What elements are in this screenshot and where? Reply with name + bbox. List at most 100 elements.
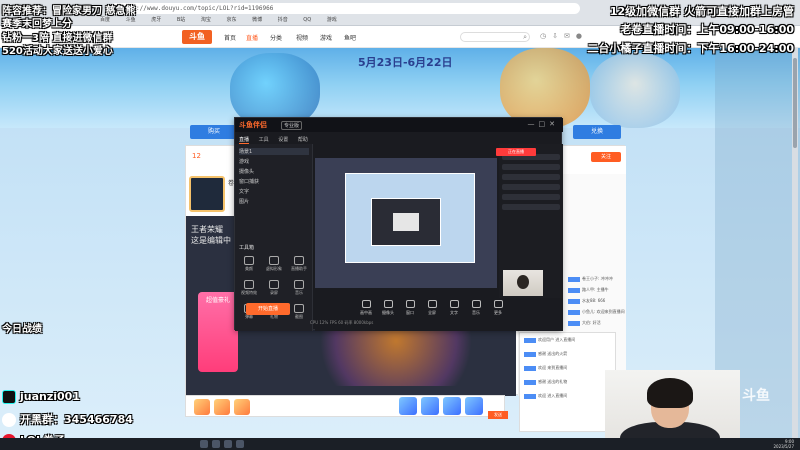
- bookmark[interactable]: 淘宝: [201, 17, 211, 23]
- scene-item[interactable]: 摄像头: [239, 168, 254, 175]
- history-icon[interactable]: ◷: [540, 32, 552, 40]
- pip-button[interactable]: 画中画: [355, 300, 377, 316]
- room-number: 12: [192, 152, 201, 160]
- tool-screenshot[interactable]: 截图: [287, 304, 311, 320]
- chat-line: 卷王小子: 冲冲冲: [568, 276, 613, 282]
- nav-item-live[interactable]: 直播: [246, 33, 258, 42]
- site-logo[interactable]: 斗鱼: [182, 30, 212, 44]
- gift-item[interactable]: [214, 399, 230, 415]
- avatar[interactable]: ●: [576, 32, 588, 40]
- scene-item[interactable]: 窗口捕获: [239, 178, 259, 185]
- nav-item-forum[interactable]: 鱼吧: [344, 33, 356, 42]
- gift-item[interactable]: [399, 397, 417, 415]
- bookmark[interactable]: 百度: [100, 17, 110, 23]
- bookmark[interactable]: 虎牙: [151, 17, 161, 23]
- tab-live[interactable]: 直播: [239, 137, 250, 144]
- chat-text: 感谢 送出的礼物: [538, 379, 568, 384]
- level-badge: [524, 379, 536, 385]
- search-input[interactable]: ⌕: [460, 32, 530, 42]
- window-button[interactable]: 窗口: [399, 300, 421, 316]
- calligraphy-line: 王者荣耀: [191, 225, 223, 234]
- gift-item[interactable]: [234, 399, 250, 415]
- clock-date: 2023/5/27: [773, 444, 794, 449]
- maximize-icon[interactable]: □: [539, 120, 550, 128]
- tool-assistant[interactable]: 直播助手: [287, 256, 311, 272]
- promo-buy-button[interactable]: 购买: [190, 125, 238, 139]
- scrollbar-thumb[interactable]: [793, 58, 797, 148]
- gift-item[interactable]: [421, 397, 439, 415]
- tool-beauty[interactable]: 美颜: [237, 256, 261, 272]
- chat-text: 卷王小子: 冲冲冲: [582, 276, 613, 281]
- bookmarks-bar: 百度 斗鱼 虎牙 B站 淘宝 京东 微博 抖音 QQ 游戏: [100, 16, 351, 23]
- gift-item[interactable]: [194, 399, 210, 415]
- camera-button[interactable]: 摄像头: [377, 300, 399, 316]
- tool-label: 录屏: [270, 290, 278, 295]
- taskbar-app-icon[interactable]: [236, 440, 244, 448]
- tool-effects[interactable]: 视频特效: [237, 280, 261, 296]
- nav-item-game[interactable]: 游戏: [320, 33, 332, 42]
- tab-help[interactable]: 帮助: [298, 137, 308, 143]
- software-edition-tag: 专业版: [281, 121, 303, 130]
- software-titlebar[interactable]: 斗鱼伴侣 专业版 —□✕: [235, 118, 563, 132]
- gift-item[interactable]: [443, 397, 461, 415]
- tool-label: 虚拟形象: [266, 266, 282, 271]
- bookmark[interactable]: 游戏: [327, 17, 337, 23]
- promo-redeem-button[interactable]: 兑换: [573, 125, 621, 139]
- gift-promo-banner[interactable]: 超值豪礼: [198, 292, 238, 372]
- tab-tools[interactable]: 工具: [259, 137, 269, 143]
- bookmark[interactable]: QQ: [303, 17, 311, 23]
- taskbar-app-icon[interactable]: [200, 440, 208, 448]
- bookmark[interactable]: 微博: [252, 17, 262, 23]
- tab-settings[interactable]: 设置: [278, 137, 288, 143]
- download-icon[interactable]: ⇩: [552, 32, 564, 40]
- bookmark[interactable]: 斗鱼: [126, 17, 136, 23]
- chat-line: 路人甲: 主播牛: [568, 287, 609, 293]
- button-label: 更多: [494, 310, 502, 315]
- chat-text: 大伯: 好活: [582, 320, 601, 325]
- address-bar[interactable]: https://www.douyu.com/topic/LOL?rid=1196…: [110, 3, 580, 14]
- follow-button[interactable]: 关注: [591, 152, 621, 162]
- text-button[interactable]: 文字: [443, 300, 465, 316]
- message-icon[interactable]: ✉: [564, 32, 576, 40]
- pip-icon: [361, 300, 371, 308]
- scene-item[interactable]: 文字: [239, 188, 249, 195]
- level-badge: [524, 365, 536, 371]
- send-button[interactable]: 发送: [488, 411, 508, 419]
- nav-item-video[interactable]: 视频: [296, 33, 308, 42]
- scene-item[interactable]: 场景1: [239, 148, 309, 155]
- more-button[interactable]: 更多: [487, 300, 509, 316]
- scene-item[interactable]: 图片: [239, 198, 249, 205]
- bookmark[interactable]: B站: [177, 17, 185, 23]
- taskbar-app-icon[interactable]: [224, 440, 232, 448]
- level-badge: [568, 287, 580, 293]
- chat-text: 欢迎 进入直播间: [538, 393, 568, 398]
- level-badge: [568, 276, 580, 282]
- music-button[interactable]: 音乐: [465, 300, 487, 316]
- nav-item-category[interactable]: 分类: [270, 33, 282, 42]
- chat-text: 欢迎 来到直播间: [538, 365, 568, 370]
- tool-record[interactable]: 录屏: [262, 280, 286, 296]
- start-live-button[interactable]: 开始直播: [246, 303, 290, 315]
- taskbar-clock[interactable]: 9:00 2023/5/27: [773, 439, 794, 449]
- host-avatar[interactable]: [189, 176, 225, 212]
- close-icon[interactable]: ✕: [549, 120, 559, 128]
- minimize-icon[interactable]: —: [528, 120, 539, 128]
- fullscreen-button[interactable]: 全屏: [421, 300, 443, 316]
- page-scrollbar[interactable]: [792, 48, 798, 438]
- nav-item-home[interactable]: 首页: [224, 33, 236, 42]
- chat-message: [502, 204, 560, 210]
- bookmark[interactable]: 京东: [226, 17, 236, 23]
- player-calligraphy: 王者荣耀 这是编辑中: [191, 224, 231, 246]
- scene-item[interactable]: 游戏: [239, 158, 249, 165]
- search-icon[interactable]: ⌕: [523, 33, 527, 42]
- today-record-label: 今日战绩: [2, 324, 42, 335]
- gift-item[interactable]: [465, 397, 483, 415]
- tool-music[interactable]: 音乐: [287, 280, 311, 296]
- live-preview[interactable]: [315, 158, 497, 288]
- music-icon: [471, 300, 481, 308]
- chat-line: 感谢 送出的礼物: [524, 379, 567, 385]
- event-banner[interactable]: 5月23日-6月22日: [0, 48, 800, 128]
- taskbar-app-icon[interactable]: [212, 440, 220, 448]
- bookmark[interactable]: 抖音: [278, 17, 288, 23]
- tool-avatar[interactable]: 虚拟形象: [262, 256, 286, 272]
